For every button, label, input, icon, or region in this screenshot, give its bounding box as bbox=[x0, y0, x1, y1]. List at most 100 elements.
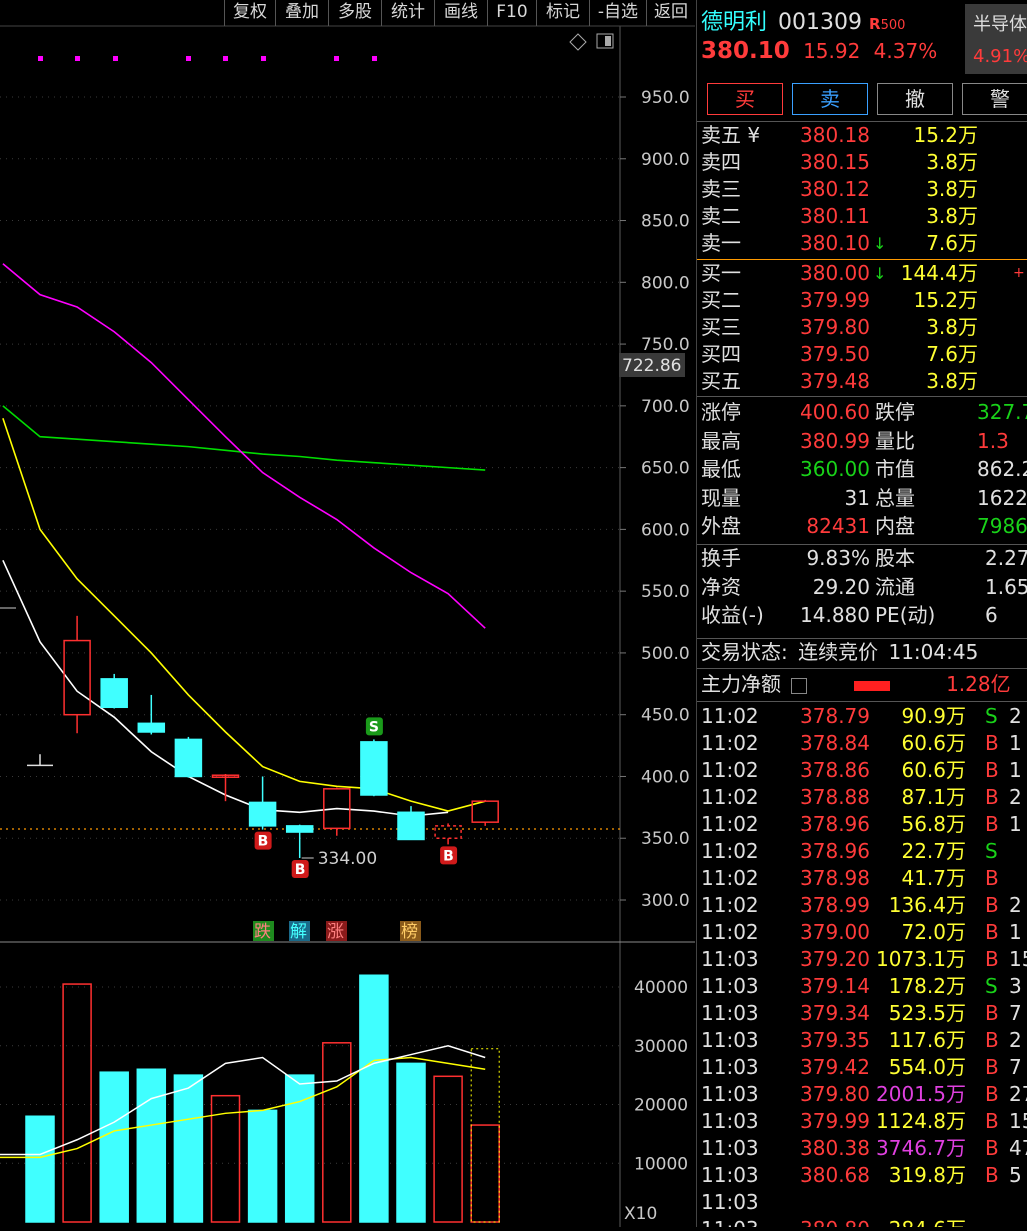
stat-value: 9.83% bbox=[806, 546, 870, 570]
trade-marker-label: B bbox=[258, 834, 269, 850]
sell-button[interactable]: 卖 bbox=[792, 83, 868, 115]
bid-row[interactable]: 买一 380.00 144.4万 ↓ + bbox=[697, 260, 1027, 287]
diamond-icon[interactable] bbox=[569, 33, 587, 51]
tick-side: B bbox=[985, 893, 999, 917]
tick-row: 11:03 380.383746.7万 B 47 bbox=[697, 1135, 1027, 1162]
tick-time: 11:02 bbox=[701, 785, 759, 809]
bid-price: 379.80 bbox=[800, 315, 870, 339]
tick-count: 3 bbox=[1009, 974, 1022, 998]
tick-time: 11:03 bbox=[701, 947, 759, 971]
stat-row: 收益(-) 14.880 PE(动) 6 bbox=[697, 602, 1027, 629]
ask-volume: 7.6万 bbox=[926, 231, 978, 255]
toolbar-draw-button[interactable]: 画线 bbox=[434, 0, 487, 26]
tick-price: 378.98 bbox=[800, 866, 870, 890]
ask-row[interactable]: 卖三 380.12 3.8万 bbox=[697, 176, 1027, 203]
ask-label: 卖五 ¥ bbox=[701, 123, 761, 147]
price-axis-label: 650.0 bbox=[641, 459, 690, 479]
stat-row: 换手 9.83% 股本 2.27 bbox=[697, 545, 1027, 572]
kline-chart[interactable]: 950.0 900.0 850.0 800.0 750.0 700.0 650.0 600.0… bbox=[0, 0, 695, 1227]
toolbar-multistock-button[interactable]: 多股 bbox=[328, 0, 381, 26]
volume-bar bbox=[247, 1109, 278, 1223]
tick-row: 11:02 378.84 60.6万 B 1 bbox=[697, 730, 1027, 757]
tick-side: S bbox=[985, 974, 998, 998]
tick-row: 11:03 379.991124.8万 B 15 bbox=[697, 1108, 1027, 1135]
sector-box[interactable]: 半导体 4.91% bbox=[965, 4, 1027, 74]
tick-price: 380.68 bbox=[800, 1163, 870, 1187]
stat-value: 6 bbox=[985, 603, 998, 627]
stat-value: 14.880 bbox=[800, 603, 870, 627]
trade-status-label: 交易状态: bbox=[701, 640, 788, 664]
bid-row[interactable]: 买四 379.50 7.6万 bbox=[697, 341, 1027, 368]
volume-projection bbox=[470, 1048, 500, 1223]
sector-name: 半导体 bbox=[973, 14, 1027, 35]
signal-badge-label: 涨 bbox=[327, 922, 344, 942]
trade-status-time: 11:04:45 bbox=[888, 640, 979, 664]
stat-label: 总量 bbox=[875, 485, 915, 510]
toolbar-stats-button[interactable]: 统计 bbox=[381, 0, 434, 26]
bid-volume: 3.8万 bbox=[926, 315, 978, 339]
bid-row[interactable]: 买五 379.48 3.8万 bbox=[697, 368, 1027, 395]
ask-row[interactable]: 卖一 380.10 7.6万 ↓ bbox=[697, 230, 1027, 257]
tick-row: 11:02 378.86 60.6万 B 1 bbox=[697, 757, 1027, 784]
trade-marker-label: B bbox=[295, 862, 306, 878]
stock-name[interactable]: 德明利 bbox=[701, 10, 767, 35]
signal-badge-label: 跌 bbox=[254, 922, 271, 942]
stat-value: 862.2 bbox=[977, 457, 1027, 481]
kline-svg[interactable]: 950.0 900.0 850.0 800.0 750.0 700.0 650.0 600.0… bbox=[0, 0, 695, 1227]
tick-count: 2 bbox=[1009, 1028, 1022, 1052]
tick-side: B bbox=[985, 866, 999, 890]
tick-time: 11:03 bbox=[701, 1055, 759, 1079]
stat-row: 最低 360.00市值 862.2 bbox=[697, 456, 1027, 483]
quote-panel: 德明利 001309 R500 半导体 4.91% 380.10 15.92 4… bbox=[696, 0, 1027, 1227]
toolbar-remove-watchlist-button[interactable]: -自选 bbox=[589, 0, 646, 26]
ask-price: 380.11 bbox=[800, 204, 870, 228]
ask-row[interactable]: 卖二 380.11 3.8万 bbox=[697, 203, 1027, 230]
volume-bar bbox=[136, 1068, 167, 1223]
tick-side: B bbox=[985, 1082, 999, 1106]
tick-count: 47 bbox=[1009, 1136, 1027, 1160]
candle-body bbox=[100, 678, 128, 709]
stat-value: 360.00 bbox=[800, 457, 870, 481]
tick-time: 11:02 bbox=[701, 758, 759, 782]
toolbar-f10-button[interactable]: F10 bbox=[487, 0, 536, 26]
tick-time: 11:03 bbox=[701, 1082, 759, 1106]
tick-time: 11:03 bbox=[701, 1216, 759, 1227]
tick-volume: 60.6万 bbox=[901, 731, 966, 755]
ask-price: 380.12 bbox=[800, 177, 870, 201]
tick-time: 11:03 bbox=[701, 1190, 759, 1214]
tick-volume: 178.2万 bbox=[888, 974, 966, 998]
ask-row[interactable]: 卖四 380.15 3.8万 bbox=[697, 149, 1027, 176]
tick-time: 11:02 bbox=[701, 839, 759, 863]
buy-button[interactable]: 买 bbox=[707, 83, 783, 115]
list-icon[interactable] bbox=[791, 677, 808, 694]
main-flow-value: 1.28亿 bbox=[946, 672, 1011, 696]
tick-side: B bbox=[985, 1028, 999, 1052]
bid-label: 买五 bbox=[701, 369, 741, 393]
tick-price: 379.99 bbox=[800, 1109, 870, 1133]
stat-label: 现量 bbox=[701, 485, 741, 510]
alert-button[interactable]: 警 bbox=[962, 83, 1027, 115]
tick-price: 379.80 bbox=[800, 1082, 870, 1106]
cancel-button[interactable]: 撤 bbox=[877, 83, 953, 115]
stat-label: 外盘 bbox=[701, 514, 741, 538]
tick-row: 11:02 378.96 22.7万 S bbox=[697, 838, 1027, 865]
ask-row[interactable]: 卖五 ¥ 380.18 15.2万 bbox=[697, 122, 1027, 149]
bid-row[interactable]: 买三 379.80 3.8万 bbox=[697, 314, 1027, 341]
tick-price: 379.00 bbox=[800, 920, 870, 944]
tick-row: 11:03 379.35 117.6万 B 2 bbox=[697, 1027, 1027, 1054]
candle-body bbox=[248, 801, 277, 827]
price-axis-label: 800.0 bbox=[641, 273, 690, 293]
tick-row: 11:02 378.79 90.9万 S 2 bbox=[697, 703, 1027, 730]
stat-value: 327.7 bbox=[977, 400, 1027, 424]
toolbar-mark-button[interactable]: 标记 bbox=[536, 0, 589, 26]
signal-dot bbox=[186, 56, 191, 61]
toolbar-overlay-button[interactable]: 叠加 bbox=[275, 0, 328, 26]
toolbar-back-button[interactable]: 返回 bbox=[646, 0, 695, 26]
trade-status: 交易状态: 连续竞价 11:04:45 bbox=[701, 639, 978, 666]
tick-time: 11:03 bbox=[701, 974, 759, 998]
bid-row[interactable]: 买二 379.99 15.2万 bbox=[697, 287, 1027, 314]
tick-row: 11:03 379.34 523.5万 B 7 bbox=[697, 1000, 1027, 1027]
tick-volume: 284.6万 bbox=[889, 1216, 966, 1227]
toolbar-fuquan-button[interactable]: 复权 bbox=[224, 0, 275, 26]
bid-price: 380.00 bbox=[800, 261, 870, 285]
